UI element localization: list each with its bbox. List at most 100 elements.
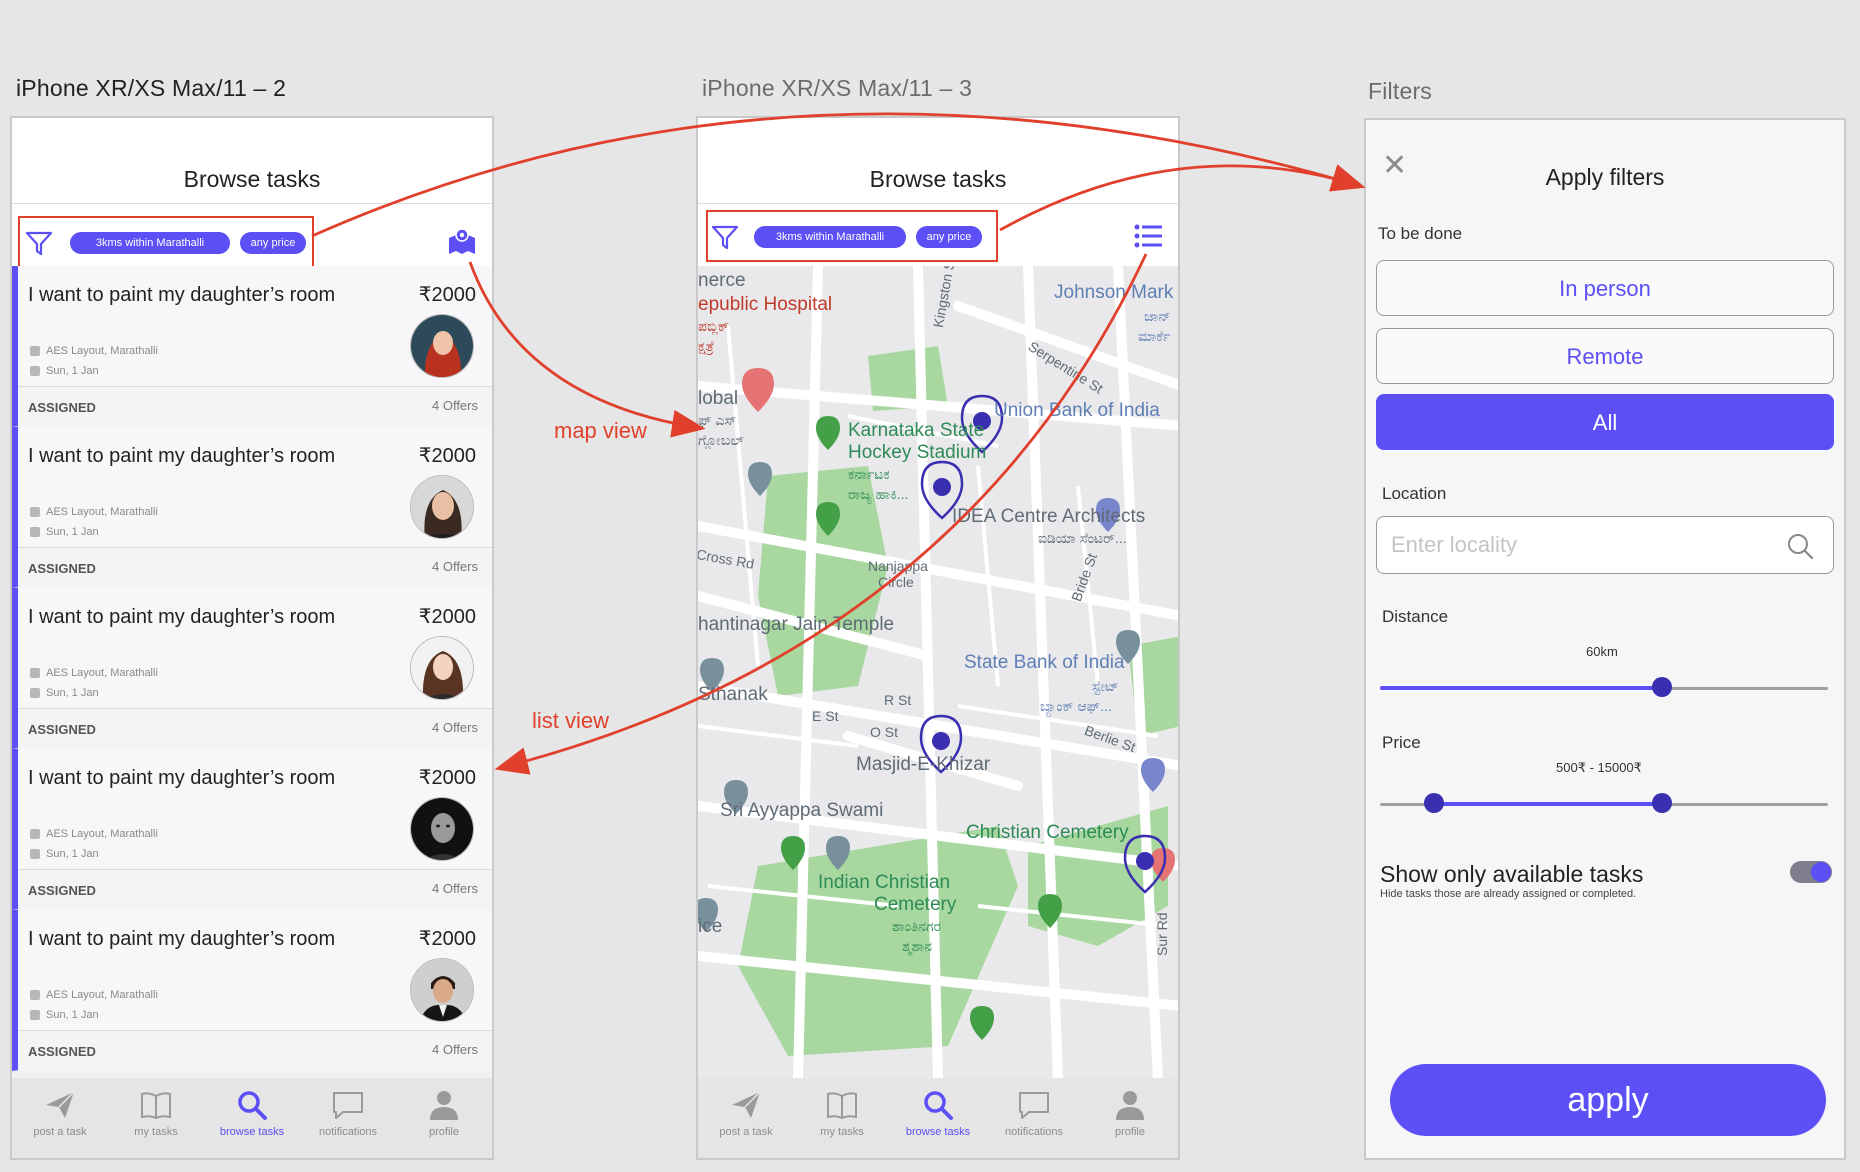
map-label: ಫ್ ಎಸ್ — [698, 412, 737, 428]
available-tasks-toggle[interactable] — [1790, 861, 1832, 883]
task-date: Sun, 1 Jan — [30, 365, 99, 377]
arrow-map-view — [468, 261, 706, 438]
task-card[interactable]: I want to paint my daughter’s room ₹2000… — [12, 266, 492, 427]
option-in-person-button[interactable]: In person — [1376, 260, 1834, 316]
task-status-row: ASSIGNED 4 Offers — [18, 386, 492, 427]
location-icon — [30, 507, 40, 517]
status-badge: ASSIGNED — [28, 400, 96, 415]
map-label: Hockey Stadium — [848, 442, 987, 463]
map-label: ಬ್ಯಾಂಕ್ ಆಫ್... — [1040, 698, 1112, 714]
map-label: ಕ್ಷತ್ರೆ — [698, 338, 715, 354]
task-date-text: Sun, 1 Jan — [46, 1009, 99, 1021]
offers-count: 4 Offers — [431, 881, 478, 896]
nav-notifications[interactable]: notifications — [303, 1088, 393, 1138]
map-view-screen: Browse tasks 3kms within Marathalli any … — [696, 116, 1180, 1160]
artboard-label-map: iPhone XR/XS Max/11 – 3 — [702, 75, 973, 101]
location-icon — [30, 990, 40, 1000]
task-date: Sun, 1 Jan — [30, 1009, 99, 1021]
map-label: ಗ್ಲೋಬಲ್ — [698, 432, 744, 448]
avatar[interactable] — [410, 958, 474, 1022]
avatar[interactable] — [410, 636, 474, 700]
map-view-icon[interactable] — [446, 226, 478, 258]
distance-slider-thumb[interactable] — [1652, 677, 1673, 697]
map-label: Masjid-E-Khizar — [856, 754, 991, 775]
task-location: AES Layout, Marathalli — [30, 667, 158, 679]
task-location-text: AES Layout, Marathalli — [46, 989, 158, 1001]
option-remote-button[interactable]: Remote — [1376, 328, 1834, 384]
list-view-icon[interactable] — [1132, 220, 1164, 252]
header-divider — [12, 203, 492, 204]
nav-label: profile — [429, 1126, 459, 1138]
map-label: Karnataka State — [848, 420, 985, 441]
nav-browse-tasks[interactable]: browse tasks — [893, 1088, 983, 1138]
nav-profile[interactable]: profile — [399, 1088, 489, 1138]
map-label: Christian Cemetery — [966, 822, 1129, 843]
nav-my-tasks[interactable]: my tasks — [797, 1088, 887, 1138]
task-location-text: AES Layout, Marathalli — [46, 345, 158, 357]
available-tasks-title: Show only available tasks — [1380, 861, 1644, 887]
task-status-row: ASSIGNED 4 Offers — [18, 869, 492, 910]
task-card[interactable]: I want to paint my daughter’s room ₹2000… — [12, 910, 492, 1071]
task-title: I want to paint my daughter’s room — [28, 445, 336, 467]
map-label: ಸ್ಟೇಟ್ — [1092, 678, 1119, 694]
task-title: I want to paint my daughter’s room — [28, 928, 336, 950]
task-price: ₹2000 — [418, 606, 476, 628]
avatar[interactable] — [410, 314, 474, 378]
task-date-text: Sun, 1 Jan — [46, 365, 99, 377]
map-canvas[interactable]: nerce epublic Hospital ಪಬ್ಲಿಕ್ ಕ್ಷತ್ರೆ J… — [698, 266, 1178, 1078]
status-badge: ASSIGNED — [28, 561, 96, 576]
bottom-nav: post a task my tasks browse tasks notifi… — [698, 1078, 1178, 1158]
list-view-screen: Browse tasks 3kms within Marathalli any … — [10, 116, 494, 1160]
header-divider — [698, 203, 1178, 204]
search-icon[interactable] — [1786, 532, 1814, 560]
nav-my-tasks[interactable]: my tasks — [111, 1088, 201, 1138]
filters-screen: ✕ Apply filters To be done In person Rem… — [1364, 118, 1846, 1160]
task-card[interactable]: I want to paint my daughter’s room ₹2000… — [12, 427, 492, 588]
avatar[interactable] — [410, 475, 474, 539]
distance-slider-fill — [1380, 686, 1663, 690]
task-status-row: ASSIGNED 4 Offers — [18, 1030, 492, 1071]
task-title: I want to paint my daughter’s room — [28, 606, 336, 628]
task-date-text: Sun, 1 Jan — [46, 848, 99, 860]
filter-bar: 3kms within Marathalli any price — [698, 210, 1178, 268]
bottom-nav: post a task my tasks browse tasks notifi… — [12, 1078, 492, 1158]
map-label: Johnson Mark — [1054, 282, 1174, 303]
filter-bar: 3kms within Marathalli any price — [12, 216, 492, 268]
available-tasks-subtitle: Hide tasks those are already assigned or… — [1380, 888, 1637, 900]
price-slider-max-thumb[interactable] — [1652, 793, 1673, 813]
location-label: Location — [1382, 484, 1447, 503]
paper-plane-icon — [732, 1091, 761, 1118]
nav-label: post a task — [719, 1126, 773, 1138]
task-date: Sun, 1 Jan — [30, 848, 99, 860]
calendar-icon — [30, 849, 40, 859]
offers-count: 4 Offers — [431, 398, 478, 413]
calendar-icon — [30, 527, 40, 537]
map-label: ಜಾನ್ — [1144, 308, 1171, 324]
task-location: AES Layout, Marathalli — [30, 506, 158, 518]
nav-post-task[interactable]: post a task — [701, 1088, 791, 1138]
calendar-icon — [30, 366, 40, 376]
nav-notifications[interactable]: notifications — [989, 1088, 1079, 1138]
task-price: ₹2000 — [418, 284, 476, 306]
nav-browse-tasks[interactable]: browse tasks — [207, 1088, 297, 1138]
map-label: ಮಾರ್ಕೆ — [1138, 328, 1171, 344]
task-price: ₹2000 — [418, 928, 476, 950]
price-slider-min-thumb[interactable] — [1423, 793, 1444, 813]
nav-post-task[interactable]: post a task — [15, 1088, 105, 1138]
locality-input[interactable] — [1376, 516, 1834, 574]
apply-button[interactable]: apply — [1390, 1064, 1826, 1136]
task-card[interactable]: I want to paint my daughter’s room ₹2000… — [12, 588, 492, 749]
nav-label: profile — [1115, 1126, 1145, 1138]
option-all-button[interactable]: All — [1376, 394, 1834, 450]
offers-count: 4 Offers — [431, 559, 478, 574]
chat-bubble-icon — [1019, 1092, 1049, 1119]
avatar[interactable] — [410, 797, 474, 861]
page-title: Browse tasks — [183, 166, 321, 192]
search-icon — [238, 1091, 267, 1120]
task-card[interactable]: I want to paint my daughter’s room ₹2000… — [12, 749, 492, 910]
task-location: AES Layout, Marathalli — [30, 345, 158, 357]
map-label: ಕರ್ನಾಟಕ — [848, 466, 890, 482]
location-icon — [30, 346, 40, 356]
nav-profile[interactable]: profile — [1085, 1088, 1175, 1138]
map-label: nerce — [698, 270, 746, 291]
